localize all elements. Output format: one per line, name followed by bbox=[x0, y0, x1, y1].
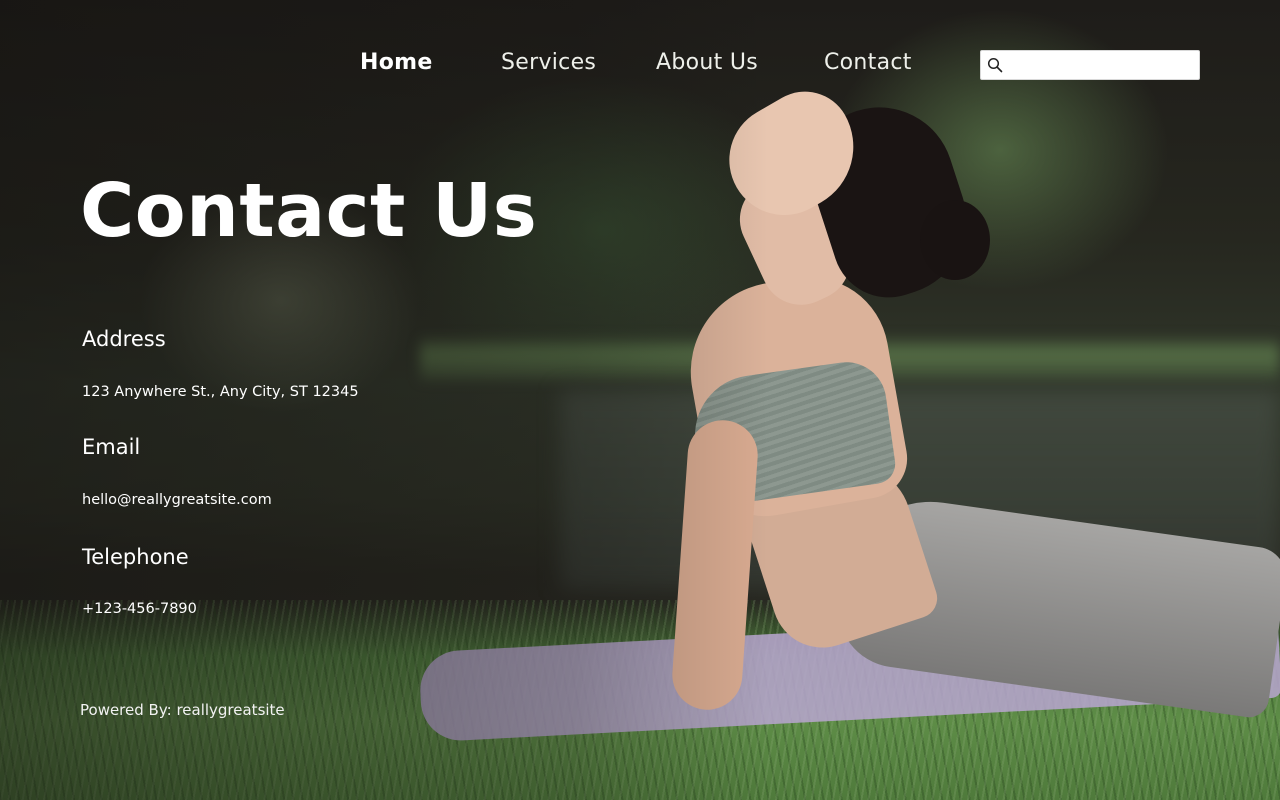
email-heading: Email bbox=[82, 435, 141, 459]
footer-credit: Powered By: reallygreatsite bbox=[80, 701, 285, 719]
search-box[interactable] bbox=[980, 50, 1200, 80]
nav-contact[interactable]: Contact bbox=[824, 50, 912, 75]
address-heading: Address bbox=[82, 327, 166, 351]
nav-home[interactable]: Home bbox=[360, 50, 433, 75]
page-title: Contact Us bbox=[80, 168, 538, 254]
text-shade-overlay bbox=[0, 0, 1280, 800]
search-icon[interactable] bbox=[981, 51, 1009, 79]
address-value: 123 Anywhere St., Any City, ST 12345 bbox=[82, 384, 359, 400]
background-photo bbox=[0, 0, 1280, 800]
telephone-heading: Telephone bbox=[82, 545, 189, 569]
nav-about-us[interactable]: About Us bbox=[656, 50, 758, 75]
telephone-value[interactable]: +123-456-7890 bbox=[82, 601, 197, 617]
search-input[interactable] bbox=[1009, 52, 1189, 78]
nav-services[interactable]: Services bbox=[501, 50, 596, 75]
email-value[interactable]: hello@reallygreatsite.com bbox=[82, 492, 272, 508]
